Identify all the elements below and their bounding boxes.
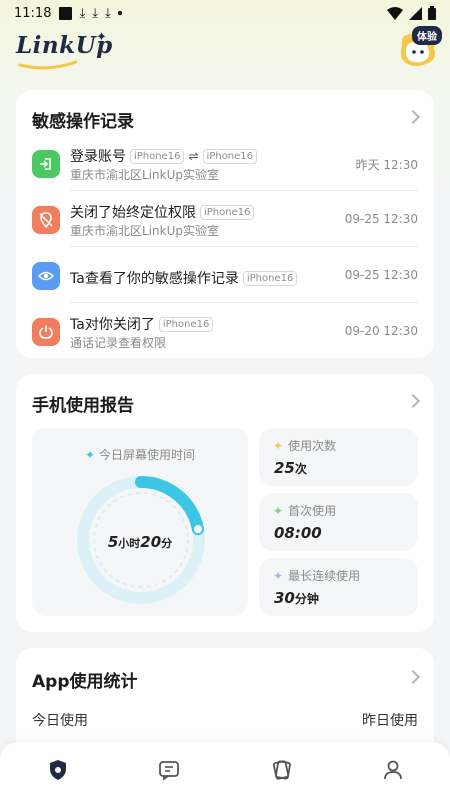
nav-shield-icon[interactable]: [46, 758, 70, 782]
card-title: 手机使用报告: [32, 396, 134, 416]
screen-time-value: 5小时20分: [107, 533, 173, 551]
record-subtitle: 重庆市渝北区LinkUp实验室: [70, 168, 219, 182]
sparkle-icon: ✦: [273, 568, 284, 583]
record-title: 登录账号: [70, 149, 126, 165]
sensitive-operations-card[interactable]: 敏感操作记录 登录账号 iPhone16 ⇌ iPhone16 重庆市渝北区LinkUp…: [16, 90, 434, 358]
notification-icons: ⤓ ⤓ ⤓: [59, 5, 122, 21]
eye-icon: [32, 262, 60, 290]
device-tag: iPhone16: [158, 316, 214, 332]
record-time: 昨天 12:30: [355, 158, 418, 172]
location-off-icon: [32, 206, 60, 234]
device-tag: iPhone16: [130, 148, 185, 164]
record-title: Ta对你关闭了: [70, 317, 155, 333]
record-time: 09-20 12:30: [344, 324, 418, 338]
screen-time-ring: [77, 476, 205, 604]
divider: [70, 190, 418, 191]
battery-icon: [428, 6, 436, 20]
tile-label: 使用次数: [288, 439, 337, 453]
system-icons: [387, 6, 436, 20]
nav-message-icon[interactable]: [157, 758, 181, 782]
first-use-tile[interactable]: ✦ 首次使用 08:00: [259, 493, 418, 551]
sensitive-record-row[interactable]: Ta对你关闭了 iPhone16 通话记录查看权限 09-20 12:30: [32, 310, 418, 366]
nav-cards-icon[interactable]: [270, 758, 294, 782]
notification-app-icon: [59, 6, 73, 20]
tile-value: 25次: [274, 459, 307, 477]
bottom-navigation: [0, 742, 450, 800]
download-icon: ⤓: [79, 5, 86, 21]
chevron-right-icon[interactable]: [405, 669, 421, 685]
chevron-right-icon[interactable]: [405, 393, 421, 409]
longest-use-tile[interactable]: ✦ 最长连续使用 30分钟: [259, 558, 418, 616]
tile-label: 最长连续使用: [288, 569, 361, 583]
sparkle-icon: ✦: [96, 30, 107, 45]
tile-value: 08:00: [274, 524, 322, 542]
more-notifications-icon: [117, 11, 122, 15]
yesterday-usage-label: 昨日使用: [362, 713, 418, 729]
status-time: 11:18: [14, 5, 52, 21]
phone-usage-card[interactable]: 手机使用报告 ✦ 今日屏幕使用时间 5小时20分 ✦ 使用次数 25次 ✦ 首次使用…: [16, 374, 434, 632]
record-time: 09-25 12:30: [344, 212, 418, 226]
power-icon: [32, 318, 60, 346]
record-subtitle: 重庆市渝北区LinkUp实验室: [70, 224, 219, 238]
download-icon: ⤓: [92, 5, 98, 21]
record-title: Ta查看了你的敏感操作记录: [70, 271, 239, 287]
device-tag: iPhone16: [202, 148, 258, 164]
device-tag: iPhone16: [200, 204, 255, 220]
record-title: 关闭了始终定位权限: [70, 205, 196, 221]
divider: [70, 246, 418, 247]
signal-icon: [409, 6, 422, 20]
status-bar: 11:18 ⤓ ⤓ ⤓: [0, 0, 450, 26]
sparkle-icon: ✦: [273, 438, 284, 453]
nav-profile-icon[interactable]: [381, 758, 405, 782]
tile-value: 30分钟: [274, 589, 319, 607]
chevron-right-icon[interactable]: [405, 109, 421, 125]
login-icon: [32, 150, 60, 178]
sparkle-icon: ✦: [273, 503, 284, 518]
download-icon: ⤓: [104, 5, 111, 21]
ring-progress: [135, 476, 204, 536]
today-usage-label: 今日使用: [32, 713, 88, 729]
trial-badge[interactable]: 体验: [412, 26, 442, 45]
app-header: LinkUp ✦ 体验: [0, 26, 450, 86]
usage-count-tile[interactable]: ✦ 使用次数 25次: [259, 428, 418, 486]
record-time: 09-25 12:30: [344, 268, 418, 282]
record-subtitle: 通话记录查看权限: [70, 336, 167, 350]
screen-time-tile[interactable]: ✦ 今日屏幕使用时间 5小时20分: [32, 428, 248, 616]
device-tag: iPhone16: [242, 270, 298, 286]
card-title: App使用统计: [32, 672, 138, 692]
logo-swoosh-icon: [18, 60, 78, 70]
card-title: 敏感操作记录: [32, 112, 134, 132]
swap-arrows-icon: ⇌: [188, 149, 199, 163]
wifi-icon: [387, 6, 403, 20]
divider: [70, 302, 418, 303]
tile-label: 首次使用: [288, 504, 337, 518]
